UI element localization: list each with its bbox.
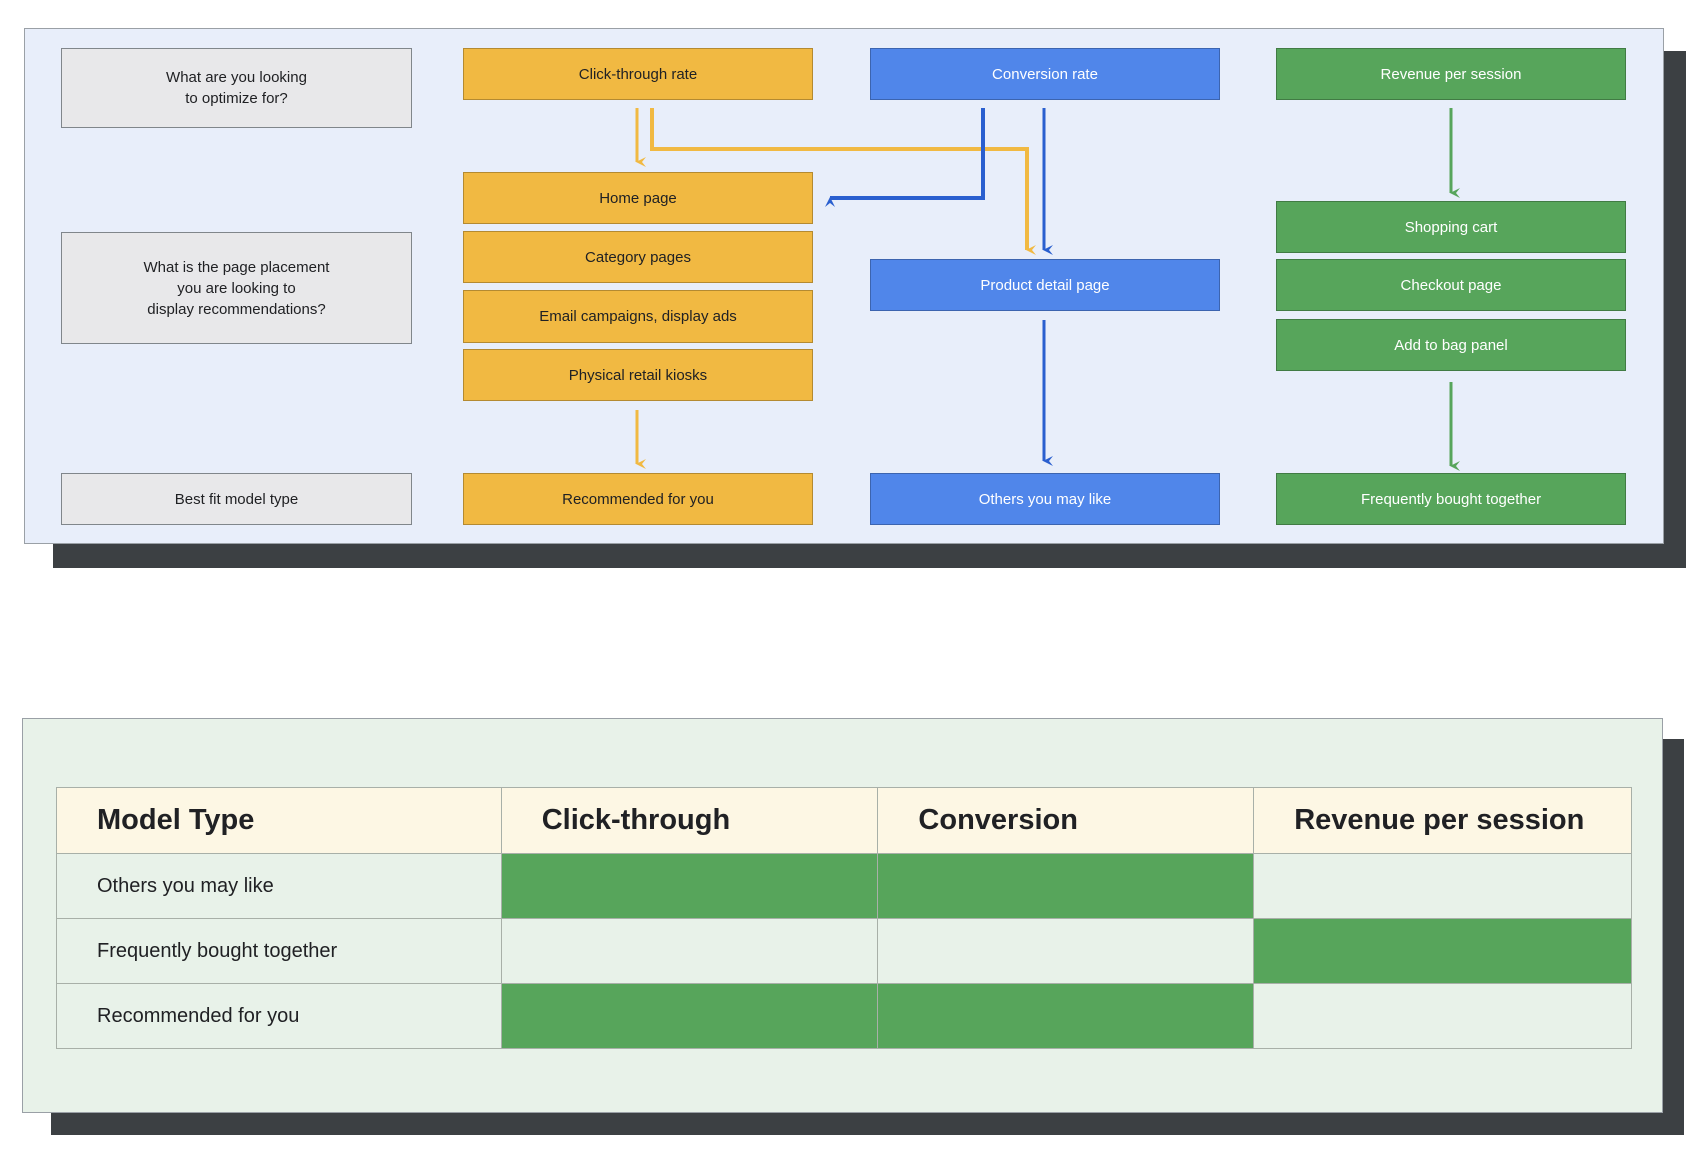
fit-cell [877,983,1255,1049]
arrow-conversion-to-home [825,108,985,207]
header-model-type: Model Type [56,787,502,854]
fit-cell [1253,853,1632,919]
fit-cell [877,918,1255,984]
header-conversion: Conversion [877,787,1255,854]
row-label: Recommended for you [56,983,502,1049]
header-revenue-per-session: Revenue per session [1253,787,1632,854]
header-click-through: Click-through [500,787,879,854]
table-row: Frequently bought together [56,918,1632,984]
table-row: Others you may like [56,853,1632,919]
table-row: Recommended for you [56,983,1632,1049]
table-header-row: Model Type Click-through Conversion Reve… [56,787,1632,854]
fit-cell [1253,983,1632,1049]
row-label: Frequently bought together [56,918,502,984]
fit-cell [1253,918,1632,984]
fit-cell [500,983,879,1049]
fit-cell [500,853,879,919]
flow-arrows [635,108,1460,471]
row-label: Others you may like [56,853,502,919]
model-fit-table: Model Type Click-through Conversion Reve… [56,787,1632,1049]
fit-cell [500,918,879,984]
fit-cell [877,853,1255,919]
arrow-ctr-to-product-detail [650,108,1036,255]
